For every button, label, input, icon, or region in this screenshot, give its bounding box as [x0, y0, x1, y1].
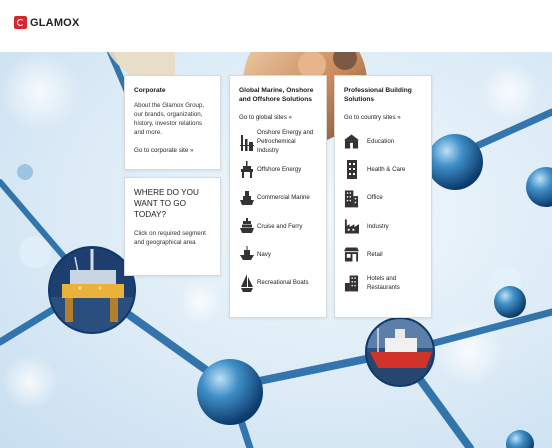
segment-label: Onshore Energy and Petrochemical Industr…: [257, 128, 314, 154]
segment-cruise-ferry[interactable]: Cruise and Ferry: [239, 212, 317, 240]
factory-icon: [344, 216, 359, 236]
where-heading: WHERE DO YOU WANT TO GO TODAY?: [134, 188, 199, 219]
office-building-icon: [344, 188, 359, 208]
global-sites-link[interactable]: Go to global sites »: [239, 114, 317, 121]
segment-offshore-energy[interactable]: Offshore Energy: [239, 155, 317, 183]
segment-retail[interactable]: Retail: [344, 240, 422, 268]
segment-label: Industry: [367, 222, 389, 230]
hospital-icon: [344, 159, 359, 180]
corporate-card: Corporate About the Glamox Group, our br…: [124, 75, 221, 170]
segment-office[interactable]: Office: [344, 184, 422, 212]
segment-label: Navy: [257, 250, 271, 258]
segment-label: Hotels and Restaurants: [367, 274, 400, 291]
oil-rig-icon: [239, 159, 254, 179]
global-solutions-card: Global Marine, Onshore and Offshore Solu…: [229, 75, 327, 318]
building-solutions-card: Professional Building Solutions Go to co…: [334, 75, 432, 318]
cruise-ship-icon: [239, 216, 254, 236]
sailboat-icon: [239, 273, 254, 293]
corporate-description: About the Glamox Group, our brands, orga…: [134, 102, 205, 136]
segment-label: Commercial Marine: [257, 194, 310, 202]
segment-onshore-energy[interactable]: Onshore Energy and Petrochemical Industr…: [239, 127, 317, 155]
corporate-title: Corporate: [134, 87, 166, 94]
global-solutions-title: Global Marine, Onshore and Offshore Solu…: [239, 87, 314, 103]
where-instructions: Click on required segment and geographic…: [134, 230, 206, 246]
segment-label: Recreational Boats: [257, 279, 309, 287]
school-icon: [344, 131, 359, 151]
building-solutions-title: Professional Building Solutions: [344, 87, 412, 103]
glamox-logo-text: GLAMOX: [30, 16, 80, 29]
cargo-ship-icon: [239, 188, 254, 208]
segment-health-care[interactable]: Health & Care: [344, 155, 422, 183]
segment-commercial-marine[interactable]: Commercial Marine: [239, 184, 317, 212]
segment-industry[interactable]: Industry: [344, 212, 422, 240]
glamox-logo-mark: [14, 16, 27, 29]
segment-recreational-boats[interactable]: Recreational Boats: [239, 268, 317, 296]
refinery-icon: [239, 131, 254, 152]
corporate-site-link[interactable]: Go to corporate site »: [134, 147, 211, 154]
site-header: GLAMOX: [0, 0, 552, 52]
segment-label: Office: [367, 194, 383, 202]
segment-label: Health & Care: [367, 165, 406, 173]
segment-label: Retail: [367, 250, 383, 258]
shop-icon: [344, 244, 359, 264]
country-sites-link[interactable]: Go to country sites »: [344, 114, 422, 121]
hotel-icon: [344, 273, 359, 293]
segment-navy[interactable]: Navy: [239, 240, 317, 268]
segment-label: Education: [367, 137, 395, 145]
where-card: WHERE DO YOU WANT TO GO TODAY? Click on …: [124, 177, 221, 276]
segment-education[interactable]: Education: [344, 127, 422, 155]
segment-label: Offshore Energy: [257, 165, 302, 173]
segment-hotels-restaurants[interactable]: Hotels and Restaurants: [344, 268, 422, 296]
glamox-logo[interactable]: GLAMOX: [14, 16, 79, 29]
segment-label: Cruise and Ferry: [257, 222, 303, 230]
navy-ship-icon: [239, 244, 254, 264]
